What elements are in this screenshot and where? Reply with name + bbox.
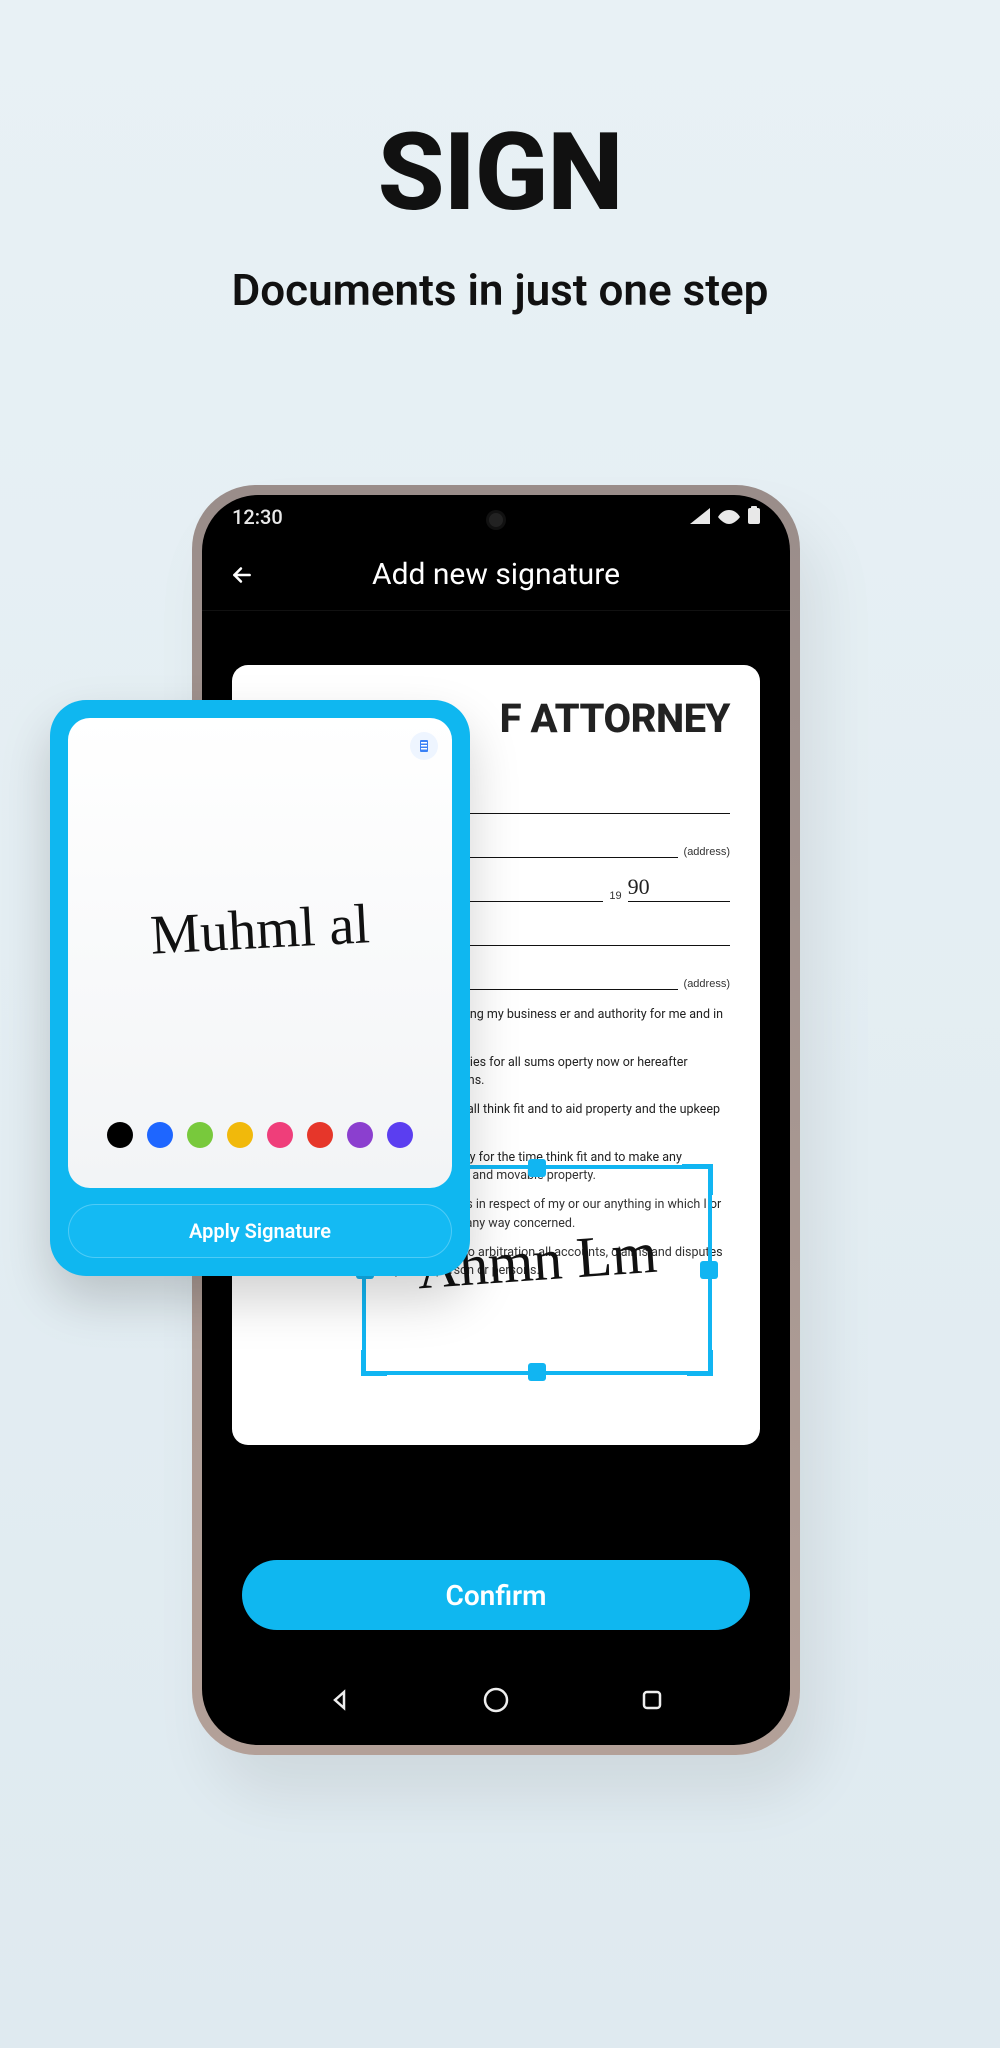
camera-notch	[489, 513, 503, 527]
status-time: 12:30	[232, 505, 283, 529]
field-label: 19	[609, 890, 621, 902]
field-label: (address)	[684, 978, 730, 990]
color-swatch-pink[interactable]	[267, 1122, 293, 1148]
signature-style-icon[interactable]	[410, 732, 438, 760]
hero-title: SIGN	[0, 110, 1000, 236]
color-swatch-blue[interactable]	[147, 1122, 173, 1148]
color-swatch-black[interactable]	[107, 1122, 133, 1148]
color-swatch-yellow[interactable]	[227, 1122, 253, 1148]
signal-icon	[690, 505, 710, 529]
header-title: Add new signature	[224, 557, 768, 592]
wifi-icon	[718, 505, 740, 529]
hero: SIGN Documents in just one step	[0, 0, 1000, 316]
resize-handle-right[interactable]	[700, 1261, 718, 1279]
signature-canvas[interactable]: Muhml al	[68, 718, 452, 1188]
color-swatch-purple[interactable]	[347, 1122, 373, 1148]
android-nav-bar	[202, 1655, 790, 1745]
form-field: 90	[628, 874, 730, 902]
color-swatch-green[interactable]	[187, 1122, 213, 1148]
apply-signature-button[interactable]: Apply Signature	[68, 1204, 452, 1258]
color-swatch-red[interactable]	[307, 1122, 333, 1148]
color-swatch-violet[interactable]	[387, 1122, 413, 1148]
nav-home-button[interactable]	[478, 1682, 514, 1718]
nav-back-button[interactable]	[322, 1682, 358, 1718]
signature-panel: Muhml al Apply Signature	[50, 700, 470, 1276]
resize-handle-bottom[interactable]	[528, 1363, 546, 1381]
battery-icon	[748, 505, 760, 529]
drawn-signature: Muhml al	[68, 888, 452, 972]
field-label: (address)	[684, 846, 730, 858]
color-swatches	[68, 1122, 452, 1148]
nav-recent-button[interactable]	[634, 1682, 670, 1718]
resize-handle-top[interactable]	[528, 1159, 546, 1177]
app-header: Add new signature	[202, 539, 790, 611]
confirm-button[interactable]: Confirm	[242, 1560, 750, 1630]
hero-subtitle: Documents in just one step	[0, 264, 1000, 316]
